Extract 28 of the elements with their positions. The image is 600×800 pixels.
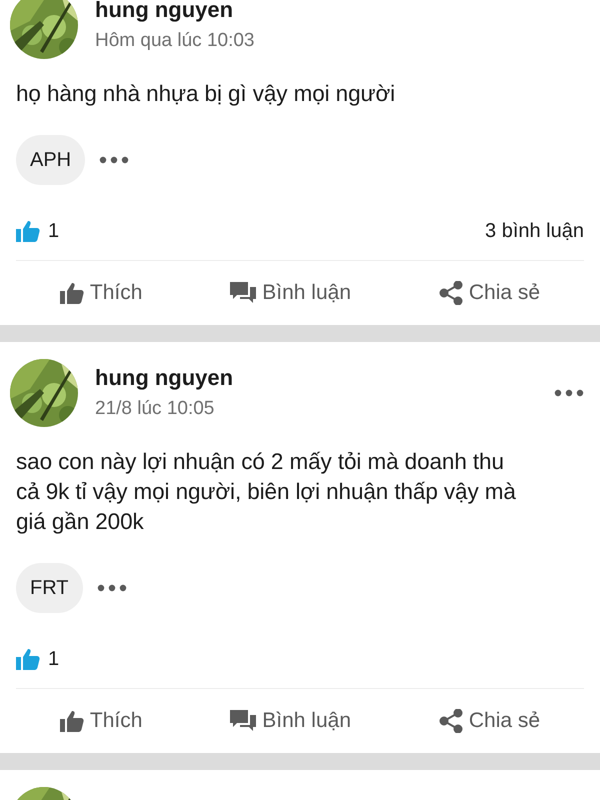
- more-icon[interactable]: [554, 389, 584, 397]
- thumbs-up-icon: [16, 220, 40, 242]
- chat-bubbles-icon: [230, 282, 256, 304]
- share-button[interactable]: Chia sẻ: [430, 701, 548, 741]
- post-time: Hôm qua lúc 10:03: [95, 30, 256, 52]
- post-text: họ hàng nhà nhựa bị gì vậy mọi người: [15, 80, 396, 108]
- share-icon: [438, 709, 463, 733]
- comment-count[interactable]: 3 bình luận: [485, 220, 584, 242]
- more-icon[interactable]: [96, 584, 127, 592]
- post-text: sao con này lợi nhuận có 2 mấy tỏi mà doanh thu cả 9k tỉ vậy mọi người, biên lợi nhuận thấp vậy mà giá gần 200k: [15, 448, 517, 536]
- like-count: 1: [48, 220, 60, 242]
- like-button[interactable]: Thích: [52, 273, 150, 313]
- thumbs-up-icon: [16, 648, 40, 670]
- comment-button[interactable]: Bình luận: [222, 273, 360, 313]
- post-time: 21/8 lúc 10:05: [95, 398, 216, 420]
- author-name[interactable]: hung nguyen: [95, 366, 537, 390]
- like-count: 1: [48, 648, 60, 670]
- chat-bubbles-icon: [230, 710, 256, 732]
- ticker-tag[interactable]: APH: [16, 135, 86, 185]
- more-icon[interactable]: [99, 156, 130, 164]
- share-icon: [438, 281, 463, 305]
- comment-button[interactable]: Bình luận: [222, 701, 360, 741]
- share-button[interactable]: Chia sẻ: [430, 273, 548, 313]
- thumbs-up-icon: [60, 710, 84, 732]
- thumbs-up-icon: [60, 282, 84, 304]
- like-button[interactable]: Thích: [52, 701, 150, 741]
- author-name[interactable]: hung nguyen: [95, 0, 584, 22]
- ticker-tag[interactable]: FRT: [16, 563, 83, 613]
